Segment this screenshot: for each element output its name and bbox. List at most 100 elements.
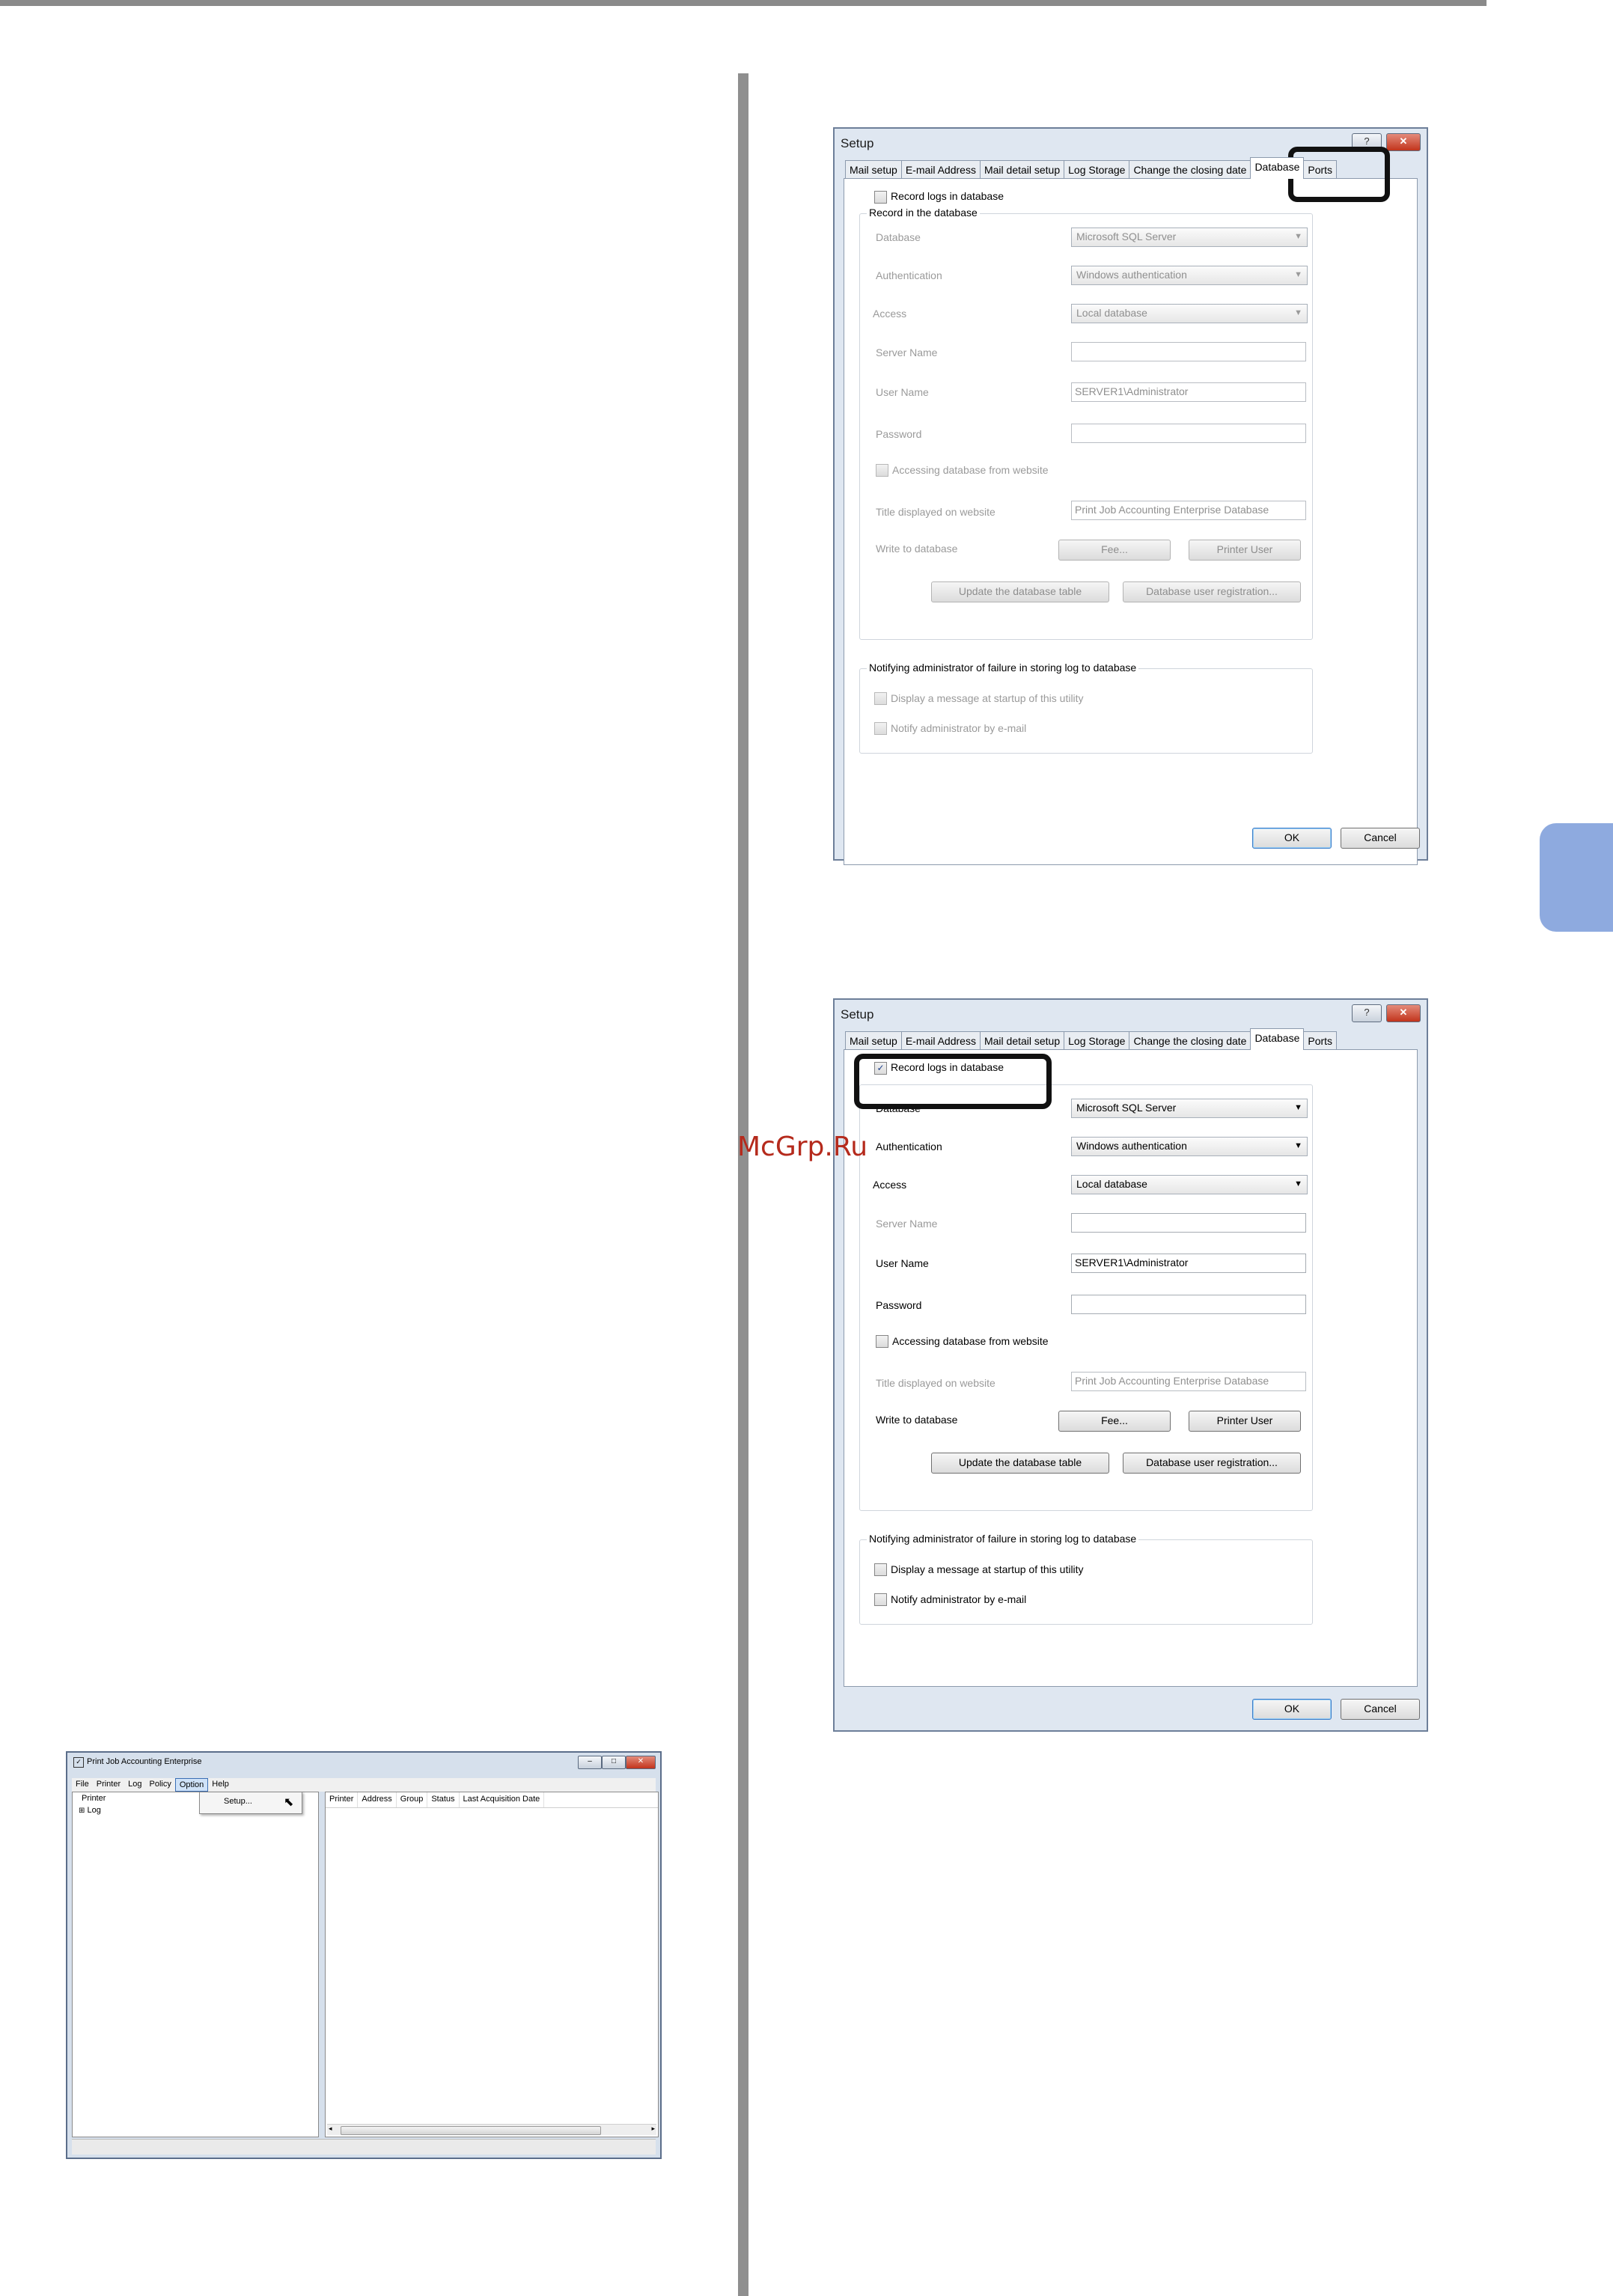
help-button[interactable]: ? — [1352, 1004, 1382, 1022]
password-label: Password — [876, 1299, 922, 1311]
access-label: Access — [873, 308, 907, 320]
close-button[interactable]: ✕ — [626, 1756, 656, 1769]
website-access-checkbox[interactable] — [876, 464, 888, 477]
server-name-input[interactable] — [1071, 1213, 1306, 1233]
ok-button[interactable]: OK — [1252, 828, 1332, 849]
menu-help[interactable]: Help — [208, 1778, 233, 1792]
list-header: Printer Address Group Status Last Acquis… — [326, 1792, 658, 1808]
menu-printer[interactable]: Printer — [93, 1778, 124, 1792]
column-printer[interactable]: Printer — [326, 1792, 359, 1807]
update-database-table-button[interactable]: Update the database table — [931, 1453, 1109, 1474]
database-user-registration-button[interactable]: Database user registration... — [1123, 581, 1301, 602]
password-input[interactable] — [1071, 424, 1306, 443]
access-combo[interactable]: Local database ▼ — [1071, 304, 1308, 323]
tab-email-address[interactable]: E-mail Address — [900, 1031, 981, 1050]
dialog-title: Setup — [841, 1007, 874, 1022]
tree-item-log[interactable]: ⊞ Log — [79, 1806, 101, 1815]
database-label: Database — [876, 231, 921, 243]
database-user-registration-button[interactable]: Database user registration... — [1123, 1453, 1301, 1474]
horizontal-scrollbar[interactable]: ◂ ▸ — [327, 2124, 656, 2135]
column-last-acquisition-date[interactable]: Last Acquisition Date — [460, 1792, 545, 1807]
website-access-label: Accessing database from website — [892, 464, 1049, 476]
tab-database[interactable]: Database — [1250, 1028, 1305, 1050]
close-button[interactable]: ✕ — [1386, 133, 1421, 151]
watermark-text: McGrp.Ru — [737, 1132, 868, 1162]
notify-email-checkbox[interactable] — [874, 1593, 887, 1606]
website-title-input[interactable]: Print Job Accounting Enterprise Database — [1071, 501, 1306, 520]
access-combo[interactable]: Local database ▼ — [1071, 1175, 1308, 1194]
access-combo-value: Local database — [1076, 1178, 1147, 1190]
tab-change-closing-date[interactable]: Change the closing date — [1129, 160, 1251, 179]
tab-mail-detail-setup[interactable]: Mail detail setup — [979, 1031, 1065, 1050]
display-message-checkbox[interactable] — [874, 1563, 887, 1576]
close-button[interactable]: ✕ — [1386, 1004, 1421, 1022]
display-message-checkbox[interactable] — [874, 692, 887, 705]
ok-button[interactable]: OK — [1252, 1699, 1332, 1720]
website-access-checkbox[interactable] — [876, 1335, 888, 1348]
authentication-combo[interactable]: Windows authentication ▼ — [1071, 266, 1308, 285]
access-combo-value: Local database — [1076, 307, 1147, 319]
column-group[interactable]: Group — [397, 1792, 428, 1807]
tab-ports[interactable]: Ports — [1303, 1031, 1338, 1050]
expand-icon[interactable]: ⊞ — [79, 1807, 85, 1815]
fee-button[interactable]: Fee... — [1058, 1411, 1171, 1432]
record-group-caption: Record in the database — [867, 207, 980, 219]
notify-email-label: Notify administrator by e-mail — [891, 722, 1027, 734]
record-logs-checkbox[interactable] — [874, 191, 887, 204]
chevron-down-icon: ▼ — [1294, 270, 1302, 279]
tab-email-address[interactable]: E-mail Address — [900, 160, 981, 179]
authentication-label: Authentication — [876, 269, 942, 281]
chapter-side-tab — [1540, 823, 1613, 932]
cancel-button[interactable]: Cancel — [1341, 828, 1420, 849]
menu-option[interactable]: Option — [174, 1778, 209, 1792]
authentication-combo[interactable]: Windows authentication ▼ — [1071, 1137, 1308, 1156]
notify-email-checkbox[interactable] — [874, 722, 887, 735]
scroll-left-icon[interactable]: ◂ — [329, 2125, 332, 2133]
fee-button[interactable]: Fee... — [1058, 540, 1171, 561]
tab-strip: Mail setup E-mail Address Mail detail se… — [845, 157, 1338, 179]
tab-strip: Mail setup E-mail Address Mail detail se… — [845, 1028, 1338, 1050]
tab-database[interactable]: Database — [1250, 157, 1305, 179]
menu-file[interactable]: File — [72, 1778, 93, 1792]
website-title-input[interactable]: Print Job Accounting Enterprise Database — [1071, 1372, 1306, 1391]
scroll-right-icon[interactable]: ▸ — [651, 2125, 655, 2133]
display-message-label: Display a message at startup of this uti… — [891, 692, 1084, 704]
tree-item-printer[interactable]: Printer — [82, 1794, 106, 1803]
chevron-down-icon: ▼ — [1294, 308, 1302, 317]
update-database-table-button[interactable]: Update the database table — [931, 581, 1109, 602]
tab-log-storage[interactable]: Log Storage — [1064, 1031, 1130, 1050]
tab-log-storage[interactable]: Log Storage — [1064, 160, 1130, 179]
database-combo[interactable]: Microsoft SQL Server ▼ — [1071, 1099, 1308, 1118]
server-name-input[interactable] — [1071, 342, 1306, 361]
tab-change-closing-date[interactable]: Change the closing date — [1129, 1031, 1251, 1050]
tab-mail-detail-setup[interactable]: Mail detail setup — [979, 160, 1065, 179]
tab-mail-setup[interactable]: Mail setup — [845, 160, 902, 179]
cancel-button[interactable]: Cancel — [1341, 1699, 1420, 1720]
printer-user-button[interactable]: Printer User — [1189, 540, 1301, 561]
authentication-combo-value: Windows authentication — [1076, 1140, 1187, 1152]
scroll-thumb[interactable] — [341, 2126, 601, 2135]
column-address[interactable]: Address — [358, 1792, 397, 1807]
tree-item-label: Log — [87, 1806, 101, 1815]
column-divider — [738, 73, 748, 2296]
menu-policy[interactable]: Policy — [146, 1778, 175, 1792]
password-input[interactable] — [1071, 1295, 1306, 1314]
server-name-label: Server Name — [876, 1218, 938, 1230]
website-access-label: Accessing database from website — [892, 1335, 1049, 1347]
printer-user-button[interactable]: Printer User — [1189, 1411, 1301, 1432]
menu-log[interactable]: Log — [124, 1778, 145, 1792]
tab-mail-setup[interactable]: Mail setup — [845, 1031, 902, 1050]
setup-dialog-enabled: Setup ? ✕ Mail setup E-mail Address Mail… — [833, 998, 1428, 1732]
column-status[interactable]: Status — [427, 1792, 460, 1807]
database-combo[interactable]: Microsoft SQL Server ▼ — [1071, 228, 1308, 247]
user-name-input[interactable]: SERVER1\Administrator — [1071, 1254, 1306, 1273]
maximize-button[interactable]: □ — [602, 1756, 626, 1769]
notify-group-caption: Notifying administrator of failure in st… — [867, 662, 1139, 674]
user-name-input[interactable]: SERVER1\Administrator — [1071, 382, 1306, 402]
chevron-down-icon: ▼ — [1294, 1179, 1302, 1188]
minimize-button[interactable]: – — [578, 1756, 602, 1769]
menu-item-setup[interactable]: Setup... — [224, 1797, 252, 1806]
notify-group-caption: Notifying administrator of failure in st… — [867, 1533, 1139, 1545]
mouse-cursor-icon: ⬉ — [284, 1796, 294, 1809]
website-title-label: Title displayed on website — [876, 1377, 995, 1389]
